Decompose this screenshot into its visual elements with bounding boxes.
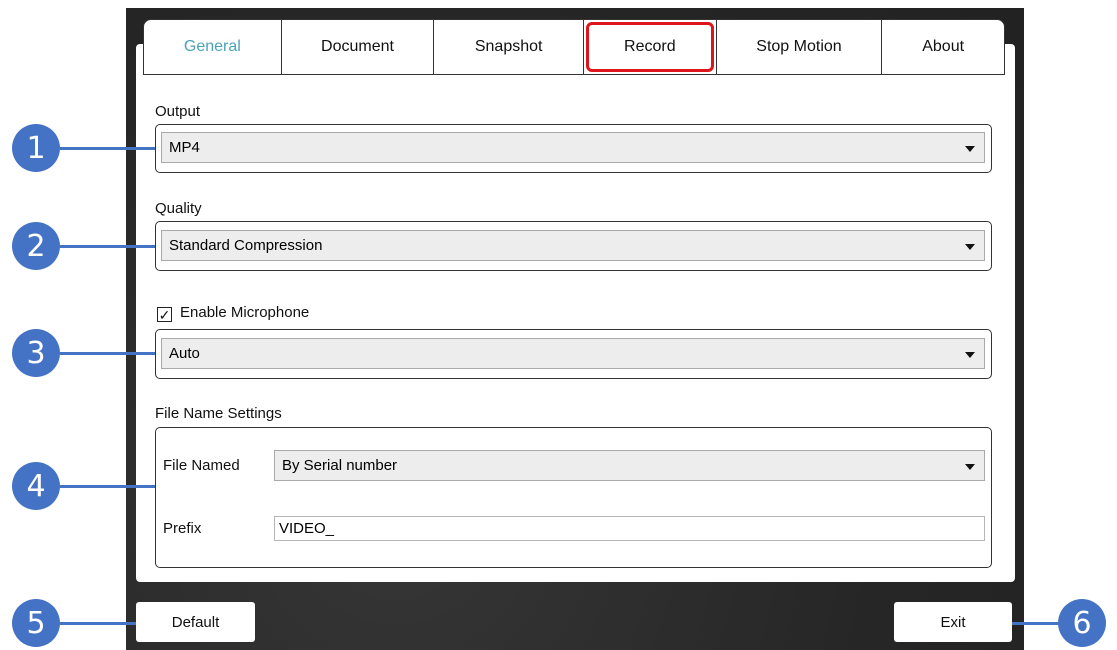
microphone-select[interactable]: Auto bbox=[161, 338, 985, 369]
enable-microphone-checkbox[interactable]: ✓ bbox=[157, 307, 172, 322]
file-named-label: File Named bbox=[163, 457, 240, 474]
output-select[interactable]: MP4 bbox=[161, 132, 985, 163]
chevron-down-icon bbox=[965, 464, 975, 470]
tab-snapshot[interactable]: Snapshot bbox=[434, 20, 584, 74]
prefix-label: Prefix bbox=[163, 520, 202, 537]
callout-4: 4 bbox=[12, 462, 60, 510]
file-named-select-value: By Serial number bbox=[282, 457, 398, 474]
chevron-down-icon bbox=[965, 352, 975, 358]
callout-3: 3 bbox=[12, 329, 60, 377]
callout-line-6 bbox=[1012, 622, 1062, 625]
exit-button[interactable]: Exit bbox=[894, 602, 1012, 642]
quality-label: Quality bbox=[155, 200, 202, 217]
callout-line-1 bbox=[60, 147, 155, 150]
file-named-select[interactable]: By Serial number bbox=[274, 450, 985, 481]
callout-line-2 bbox=[60, 245, 155, 248]
callout-line-3 bbox=[60, 352, 155, 355]
chevron-down-icon bbox=[965, 146, 975, 152]
file-name-settings-group bbox=[155, 427, 992, 568]
callout-line-5 bbox=[60, 622, 136, 625]
callout-6: 6 bbox=[1058, 599, 1106, 647]
callout-1: 1 bbox=[12, 124, 60, 172]
file-name-settings-label: File Name Settings bbox=[155, 405, 282, 422]
tab-document[interactable]: Document bbox=[281, 20, 435, 74]
callout-line-4 bbox=[60, 485, 155, 488]
quality-select[interactable]: Standard Compression bbox=[161, 230, 985, 261]
tab-general[interactable]: General bbox=[144, 20, 282, 74]
callout-5: 5 bbox=[12, 599, 60, 647]
microphone-select-value: Auto bbox=[169, 345, 200, 362]
prefix-input[interactable]: VIDEO_ bbox=[274, 516, 985, 541]
default-button[interactable]: Default bbox=[136, 602, 255, 642]
tab-record[interactable]: Record bbox=[583, 20, 717, 74]
chevron-down-icon bbox=[965, 244, 975, 250]
tab-about[interactable]: About bbox=[882, 20, 1004, 74]
tab-stop-motion[interactable]: Stop Motion bbox=[716, 20, 883, 74]
checkmark-icon: ✓ bbox=[158, 306, 171, 323]
callout-2: 2 bbox=[12, 222, 60, 270]
output-select-value: MP4 bbox=[169, 139, 200, 156]
output-label: Output bbox=[155, 103, 201, 120]
tab-bar: General Document Snapshot Record Stop Mo… bbox=[143, 19, 1005, 75]
enable-microphone-label: Enable Microphone bbox=[180, 304, 310, 321]
quality-select-value: Standard Compression bbox=[169, 237, 323, 254]
